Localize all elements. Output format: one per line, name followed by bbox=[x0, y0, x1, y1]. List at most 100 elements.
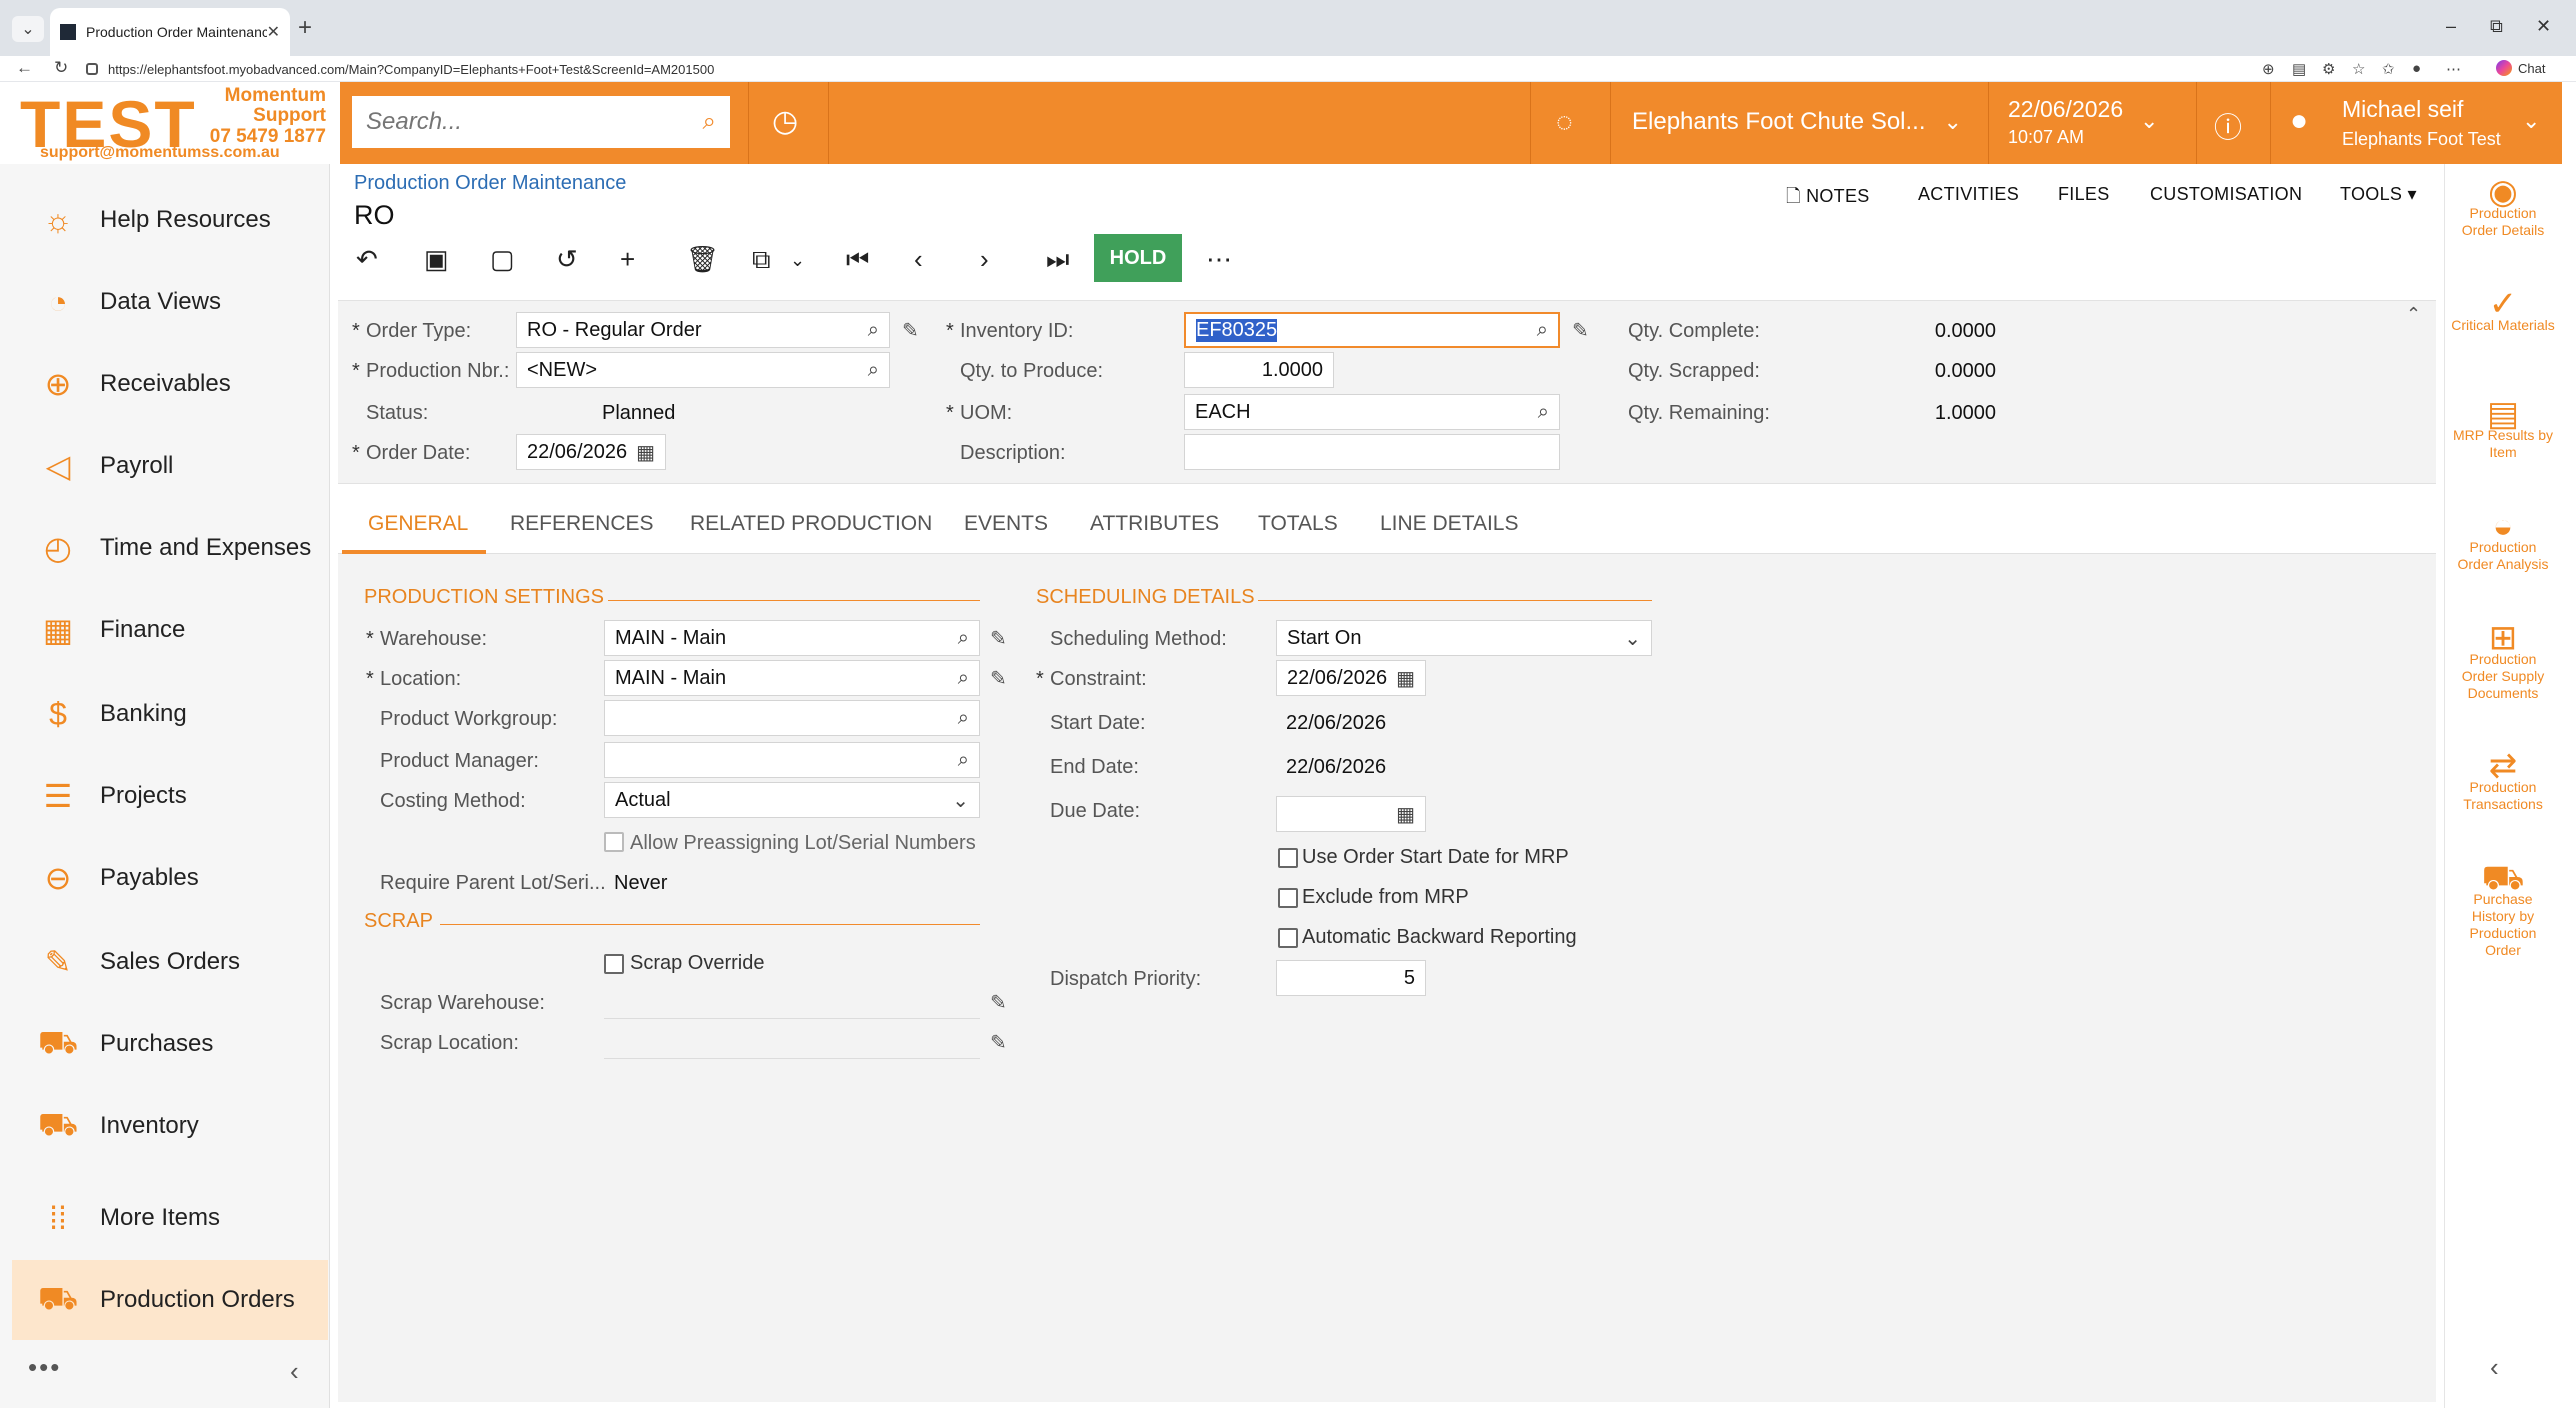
tab-line-details[interactable]: LINE DETAILS bbox=[1380, 512, 1519, 536]
constraint-date-field[interactable]: 22/06/2026 ▦ bbox=[1276, 660, 1426, 696]
menu-icon[interactable]: ⋯ bbox=[2446, 60, 2461, 78]
tab-list-button[interactable]: ⌄ bbox=[12, 16, 44, 42]
url-bar[interactable]: https://elephantsfoot.myobadvanced.com/M… bbox=[86, 58, 2236, 80]
notes-link[interactable]: 🗋 NOTES bbox=[1786, 184, 1870, 214]
files-link[interactable]: FILES bbox=[2058, 184, 2110, 205]
reader-icon[interactable]: ▤ bbox=[2292, 60, 2306, 78]
copy-paste-icon[interactable]: ⧉ bbox=[752, 244, 771, 276]
save-icon[interactable]: ▢ bbox=[490, 244, 515, 275]
tab-general[interactable]: GENERAL bbox=[368, 512, 468, 536]
edit-icon[interactable]: ✎ bbox=[990, 1030, 1007, 1055]
company-selector[interactable]: Elephants Foot Chute Sol... ⌄ bbox=[1632, 108, 1962, 136]
calendar-icon[interactable]: ▦ bbox=[636, 440, 655, 465]
help-icon[interactable]: ⓘ bbox=[2214, 106, 2242, 146]
business-date[interactable]: 22/06/2026 10:07 AM bbox=[2008, 96, 2123, 148]
activities-link[interactable]: ACTIVITIES bbox=[1918, 184, 2019, 205]
browser-tab[interactable]: Production Order Maintenance ✕ bbox=[50, 8, 290, 56]
edit-icon[interactable]: ✎ bbox=[1572, 318, 1589, 343]
preassign-checkbox[interactable] bbox=[604, 832, 624, 852]
costing-method-select[interactable]: Actual ⌄ bbox=[604, 782, 980, 818]
reload-icon[interactable]: ↻ bbox=[54, 58, 68, 78]
next-record-icon[interactable]: › bbox=[980, 244, 989, 275]
side-link-mrp-results[interactable]: ▤ MRP Results by Item bbox=[2450, 397, 2556, 461]
auto-backward-reporting-checkbox[interactable] bbox=[1278, 928, 1298, 948]
search-icon[interactable]: ⌕ bbox=[958, 627, 969, 650]
hold-button[interactable]: HOLD bbox=[1094, 234, 1182, 282]
scrap-warehouse-field[interactable] bbox=[604, 1018, 980, 1019]
sidebar-item-finance[interactable]: ▦ Finance bbox=[12, 590, 328, 670]
minimize-icon[interactable]: – bbox=[2446, 16, 2456, 37]
back-icon[interactable]: ← bbox=[16, 58, 33, 78]
edit-icon[interactable]: ✎ bbox=[990, 666, 1007, 691]
tools-menu[interactable]: TOOLS ▾ bbox=[2340, 184, 2417, 205]
sidebar-item-more-items[interactable]: ⁞⁞ More Items bbox=[12, 1178, 328, 1258]
inventory-id-field[interactable]: EF80325 ⌕ bbox=[1184, 312, 1560, 348]
calendar-icon[interactable]: ▦ bbox=[1396, 802, 1415, 827]
previous-record-icon[interactable]: ‹ bbox=[914, 244, 923, 275]
chat-bubble-icon[interactable]: ◌ bbox=[1556, 106, 1573, 138]
search-icon[interactable]: ⌕ bbox=[958, 749, 969, 772]
side-link-purchase-history[interactable]: ⛟ Purchase History by Production Order bbox=[2450, 861, 2556, 959]
tab-totals[interactable]: TOTALS bbox=[1258, 512, 1338, 536]
search-icon[interactable]: ⌕ bbox=[1538, 401, 1549, 424]
collapse-sidebar-icon[interactable]: ‹ bbox=[290, 1356, 299, 1387]
search-icon[interactable]: ⌕ bbox=[868, 359, 879, 382]
sidebar-item-projects[interactable]: ☰ Projects bbox=[12, 756, 328, 836]
side-link-production-transactions[interactable]: ⇄ Production Transactions bbox=[2450, 749, 2556, 813]
last-record-icon[interactable]: ⏭ bbox=[1046, 244, 1069, 276]
user-menu[interactable]: Michael seif Elephants Foot Test bbox=[2342, 96, 2501, 150]
tab-events[interactable]: EVENTS bbox=[964, 512, 1048, 536]
sidebar-item-help-resources[interactable]: ☼ Help Resources bbox=[12, 180, 328, 260]
undo-back-icon[interactable]: ↶ bbox=[356, 244, 378, 275]
sidebar-item-time-and-expenses[interactable]: ◴ Time and Expenses bbox=[12, 508, 328, 588]
close-tab-icon[interactable]: ✕ bbox=[267, 22, 280, 42]
zoom-icon[interactable]: ⊕ bbox=[2262, 60, 2275, 78]
sidebar-item-inventory[interactable]: ⛟ Inventory bbox=[12, 1086, 328, 1166]
extension-icon[interactable]: ⚙ bbox=[2322, 60, 2335, 78]
tab-attributes[interactable]: ATTRIBUTES bbox=[1090, 512, 1219, 536]
first-record-icon[interactable]: ⏮ bbox=[846, 244, 869, 276]
search-icon[interactable]: ⌕ bbox=[958, 707, 969, 730]
side-link-critical-materials[interactable]: ✓ Critical Materials bbox=[2450, 287, 2556, 334]
chat-button[interactable]: Chat bbox=[2496, 60, 2545, 76]
scrap-location-field[interactable] bbox=[604, 1058, 980, 1059]
location-field[interactable]: MAIN - Main ⌕ bbox=[604, 660, 980, 696]
sidebar-item-production-orders[interactable]: ⛟ Production Orders bbox=[12, 1260, 328, 1340]
save-close-icon[interactable]: ▣ bbox=[424, 244, 449, 275]
favorites-bar-icon[interactable]: ✩ bbox=[2382, 60, 2395, 78]
favorite-icon[interactable]: ☆ bbox=[2352, 60, 2365, 78]
exclude-mrp-checkbox[interactable] bbox=[1278, 888, 1298, 908]
search-icon[interactable]: ⌕ bbox=[958, 667, 969, 690]
search-icon[interactable]: ⌕ bbox=[1537, 319, 1548, 342]
search-box[interactable]: ⌕ bbox=[352, 96, 730, 148]
sidebar-item-data-views[interactable]: ◔ Data Views bbox=[12, 262, 328, 342]
restore-icon[interactable]: ⧉ bbox=[2490, 16, 2503, 37]
dispatch-priority-field[interactable]: 5 bbox=[1276, 960, 1426, 996]
window-close-icon[interactable]: ✕ bbox=[2536, 16, 2551, 37]
order-date-field[interactable]: 22/06/2026 ▦ bbox=[516, 434, 666, 470]
profile-icon[interactable]: ● bbox=[2412, 60, 2421, 77]
more-actions-icon[interactable]: ⋯ bbox=[1206, 244, 1232, 275]
chevron-down-icon[interactable]: ⌄ bbox=[2140, 108, 2158, 134]
delete-icon[interactable]: 🗑 bbox=[686, 244, 719, 275]
sidebar-item-payroll[interactable]: ◁ Payroll bbox=[12, 426, 328, 506]
production-nbr-field[interactable]: <NEW> ⌕ bbox=[516, 352, 890, 388]
scrap-override-checkbox[interactable] bbox=[604, 954, 624, 974]
new-tab-icon[interactable]: + bbox=[298, 14, 312, 42]
sidebar-item-payables[interactable]: ⊖ Payables bbox=[12, 838, 328, 918]
workgroup-field[interactable]: ⌕ bbox=[604, 700, 980, 736]
collapse-right-panel-icon[interactable]: ‹ bbox=[2490, 1352, 2499, 1383]
sidebar-item-sales-orders[interactable]: ✎ Sales Orders bbox=[12, 922, 328, 1002]
order-type-field[interactable]: RO - Regular Order ⌕ bbox=[516, 312, 890, 348]
qty-to-produce-field[interactable]: 1.0000 bbox=[1184, 352, 1334, 388]
tab-references[interactable]: REFERENCES bbox=[510, 512, 654, 536]
scheduling-method-select[interactable]: Start On ⌄ bbox=[1276, 620, 1652, 656]
collapse-summary-icon[interactable]: ⌃ bbox=[2406, 304, 2421, 325]
chevron-down-icon[interactable]: ⌄ bbox=[790, 250, 805, 271]
description-field[interactable] bbox=[1184, 434, 1560, 470]
more-options-icon[interactable]: ••• bbox=[28, 1352, 61, 1383]
calendar-icon[interactable]: ▦ bbox=[1396, 666, 1415, 691]
edit-icon[interactable]: ✎ bbox=[990, 626, 1007, 651]
search-input[interactable] bbox=[366, 108, 703, 136]
search-icon[interactable]: ⌕ bbox=[868, 319, 879, 342]
